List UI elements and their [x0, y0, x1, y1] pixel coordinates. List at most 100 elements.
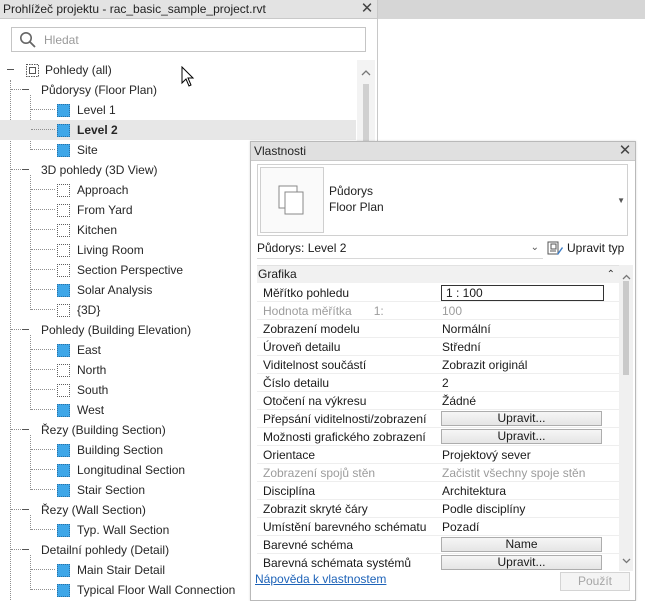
property-name: Disciplína — [263, 482, 437, 500]
property-value[interactable]: Zobrazit originál — [442, 356, 607, 374]
property-row[interactable]: Přepsání viditelnosti/zobrazení Upravit..… — [257, 410, 619, 428]
tree-branch-line — [11, 329, 21, 330]
tree-item-label: Detailní pohledy (Detail) — [41, 543, 170, 557]
tree-item-label: North — [77, 363, 107, 377]
property-name: Přepsání viditelnosti/zobrazení — [263, 410, 437, 428]
property-value[interactable]: Podle disciplíny — [442, 500, 607, 518]
view-icon — [57, 384, 70, 397]
view-icon — [57, 484, 70, 497]
property-row[interactable]: Úroveň detailu Střední — [257, 338, 619, 356]
property-row[interactable]: Zobrazit skryté čáry Podle disciplíny — [257, 500, 619, 518]
collapse-icon[interactable] — [22, 509, 29, 510]
tree-item-view[interactable]: Level 2 — [0, 120, 356, 140]
tree-item-root[interactable]: Pohledy (all) — [0, 60, 356, 80]
project-browser-title: Prohlížeč projektu - rac_basic_sample_pr… — [3, 2, 266, 16]
view-icon — [57, 184, 70, 197]
type-name: Půdorys Floor Plan — [329, 183, 384, 215]
property-row[interactable]: Zobrazení spojů stěn Začistit všechny spo… — [257, 464, 619, 482]
collapse-icon[interactable] — [22, 169, 29, 170]
property-name-text: Disciplína — [263, 484, 316, 498]
collapse-icon[interactable] — [7, 69, 14, 70]
view-tab-strip — [378, 0, 645, 19]
view-icon — [57, 584, 70, 597]
property-name-text: Přepsání viditelnosti/zobrazení — [263, 412, 427, 426]
scroll-up-icon[interactable] — [361, 65, 371, 79]
property-name: Barevné schéma — [263, 536, 437, 554]
floor-plan-type-icon — [260, 167, 324, 233]
property-value[interactable]: Žádné — [442, 392, 607, 410]
property-row[interactable]: Možnosti grafického zobrazení Upravit... — [257, 428, 619, 446]
property-row[interactable]: Viditelnost součástí Zobrazit originál — [257, 356, 619, 374]
property-value[interactable]: Projektový sever — [442, 446, 607, 464]
property-name: Orientace — [263, 446, 437, 464]
property-value-input[interactable]: 1 : 100 — [441, 285, 604, 301]
mouse-cursor-icon — [181, 65, 195, 91]
close-icon[interactable]: ✕ — [360, 0, 374, 18]
close-icon[interactable]: ✕ — [618, 142, 632, 160]
tree-item-group[interactable]: Půdorysy (Floor Plan) — [0, 80, 356, 100]
properties-help-link[interactable]: Nápověda k vlastnostem — [255, 572, 386, 586]
properties-palette: Vlastnosti ✕ Půdorys Floor Plan ▼ Půdory… — [250, 141, 636, 601]
property-row[interactable]: Měřítko pohledu 1 : 100 — [257, 284, 619, 302]
property-name: Umístění barevného schématu — [263, 518, 437, 536]
property-name: Otočení na výkresu — [263, 392, 437, 410]
property-value[interactable]: 2 — [442, 374, 607, 392]
property-edit-button[interactable]: Upravit... — [441, 555, 602, 570]
property-name: Měřítko pohledu — [263, 284, 437, 302]
property-row[interactable]: Umístění barevného schématu Pozadí — [257, 518, 619, 536]
type-dropdown-icon[interactable]: ▼ — [617, 196, 625, 205]
view-icon — [57, 124, 70, 137]
scrollbar-thumb[interactable] — [623, 281, 629, 375]
collapse-icon[interactable] — [22, 429, 29, 430]
edit-type-button[interactable]: Upravit typ — [545, 237, 631, 259]
scroll-down-icon[interactable] — [622, 553, 631, 567]
property-row[interactable]: Barevná schémata systémů Upravit... — [257, 554, 619, 571]
collapse-icon[interactable]: ⌃ — [607, 266, 615, 283]
tree-item-label: Typ. Wall Section — [77, 523, 170, 537]
tree-branch-line — [31, 529, 55, 530]
edit-type-label: Upravit typ — [567, 241, 625, 255]
property-edit-button[interactable]: Upravit... — [441, 411, 602, 426]
apply-button[interactable]: Použít — [560, 572, 630, 591]
property-edit-button[interactable]: Upravit... — [441, 429, 602, 444]
instance-selector-label: Půdorys: Level 2 — [257, 241, 347, 255]
tree-branch-line — [11, 509, 21, 510]
category-header-graphics[interactable]: Grafika ⌃ — [257, 266, 619, 283]
property-name-text: Barevné schéma — [263, 538, 354, 552]
property-name-text: Měřítko pohledu — [263, 286, 350, 300]
property-name-text: Zobrazení spojů stěn — [263, 466, 376, 480]
properties-scrollbar[interactable] — [619, 265, 633, 571]
property-name-suffix: 1: — [373, 304, 384, 318]
property-value[interactable]: Normální — [442, 320, 607, 338]
collapse-icon[interactable] — [22, 89, 29, 90]
search-box[interactable] — [11, 27, 366, 52]
collapse-icon[interactable] — [22, 329, 29, 330]
property-row[interactable]: Barevné schéma Name — [257, 536, 619, 554]
search-input[interactable] — [44, 31, 354, 48]
property-row[interactable]: Hodnota měřítka 1: 100 — [257, 302, 619, 320]
property-row[interactable]: Orientace Projektový sever — [257, 446, 619, 464]
tree-item-label: Pohledy (Building Elevation) — [41, 323, 192, 337]
tree-branch-line — [31, 229, 55, 230]
property-value[interactable]: Architektura — [442, 482, 607, 500]
instance-selector[interactable]: Půdorys: Level 2 ⌄ — [257, 237, 543, 259]
tree-item-view[interactable]: Level 1 — [0, 100, 356, 120]
property-value[interactable]: Střední — [442, 338, 607, 356]
property-edit-button[interactable]: Name — [441, 537, 602, 552]
tree-item-label: Building Section — [77, 443, 164, 457]
property-row[interactable]: Číslo detailu 2 — [257, 374, 619, 392]
tree-item-label: {3D} — [77, 303, 101, 317]
property-name: Číslo detailu — [263, 374, 437, 392]
property-row[interactable]: Zobrazení modelu Normální — [257, 320, 619, 338]
tree-branch-line — [31, 309, 55, 310]
tree-branch-line — [31, 149, 55, 150]
search-icon — [19, 31, 37, 52]
property-value[interactable]: Pozadí — [442, 518, 607, 536]
property-row[interactable]: Otočení na výkresu Žádné — [257, 392, 619, 410]
type-selector[interactable]: Půdorys Floor Plan ▼ — [257, 164, 628, 236]
type-family-label: Půdorys — [329, 184, 374, 198]
collapse-icon[interactable] — [22, 549, 29, 550]
tree-branch-line — [31, 269, 55, 270]
view-icon — [57, 444, 70, 457]
property-row[interactable]: Disciplína Architektura — [257, 482, 619, 500]
